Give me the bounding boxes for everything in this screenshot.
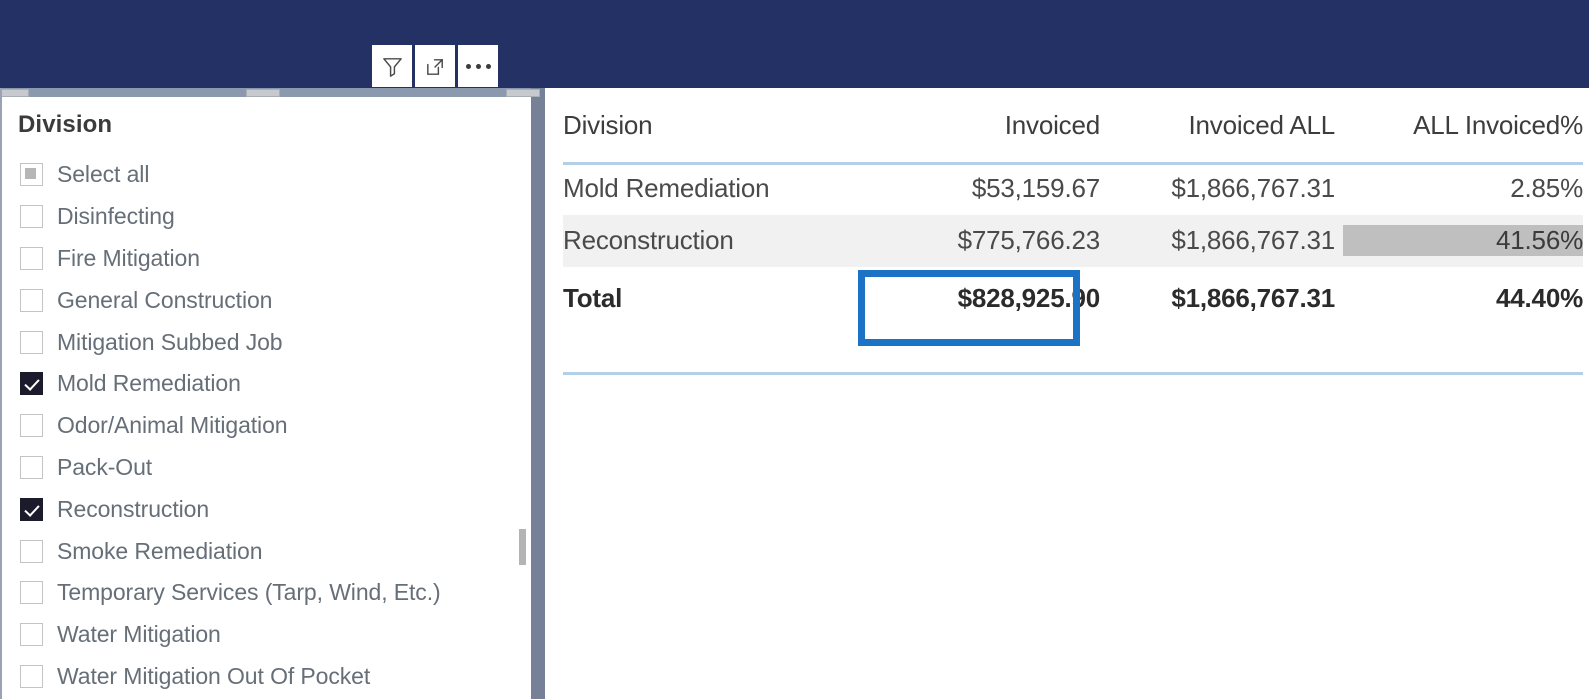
cell-invoiced[interactable]: $775,766.23 [883,225,1108,256]
slicer-item-reconstruction[interactable]: Reconstruction [1,488,531,530]
slicer-item-label: Pack-Out [57,453,153,480]
resize-handle-right[interactable] [506,89,540,97]
focus-mode-icon [424,55,447,78]
focus-mode-button[interactable] [415,45,455,87]
ellipsis-icon [465,63,491,69]
slicer-item-water-mitigation-out-of-pocket[interactable]: Water Mitigation Out Of Pocket [1,656,531,698]
visual-header-toolbar [372,45,498,87]
checkbox-icon[interactable] [20,414,43,438]
slicer-item-label: Mitigation Subbed Job [57,328,283,355]
table-total-row[interactable]: Total $828,925.90 $1,866,767.31 44.40% [563,267,1583,329]
resize-handle-top[interactable] [246,89,280,97]
slicer-item-disinfecting[interactable]: Disinfecting [1,196,531,238]
slicer-item-mold-remediation[interactable]: Mold Remediation [1,363,531,405]
panel-divider [531,88,545,699]
slicer-item-label: General Construction [57,286,273,313]
slicer-item-water-mitigation[interactable]: Water Mitigation [1,614,531,656]
slicer-item-label: Select all [57,161,150,188]
table-header-row: Division Invoiced Invoiced ALL ALL Invoi… [563,88,1583,162]
slicer-item-temporary-services-tarp-wind-etc[interactable]: Temporary Services (Tarp, Wind, Etc.) [1,572,531,614]
slicer-scrollbar-thumb[interactable] [519,529,526,565]
checkbox-icon[interactable] [20,664,43,688]
cell-total-invoiced[interactable]: $828,925.90 [883,283,1108,314]
slicer-item-pack-out[interactable]: Pack-Out [1,447,531,489]
column-header-invoiced[interactable]: Invoiced [883,110,1108,141]
slicer-item-list: Select all Disinfecting Fire Mitigation Gen… [1,154,531,697]
checkbox-icon[interactable] [20,497,43,521]
report-header-band [0,0,1589,88]
slicer-item-fire-mitigation[interactable]: Fire Mitigation [1,238,531,280]
resize-handle-left[interactable] [0,89,29,97]
division-slicer-visual[interactable]: Division Select all Disinfecting Fire Miti… [0,88,540,699]
table-row[interactable]: Mold Remediation $53,159.67 $1,866,767.3… [563,162,1583,215]
slicer-body: Division Select all Disinfecting Fire Miti… [1,97,531,699]
more-options-button[interactable] [458,45,498,87]
slicer-item-smoke-remediation[interactable]: Smoke Remediation [1,530,531,572]
canvas-left-edge [0,88,2,699]
table-row[interactable]: Reconstruction $775,766.23 $1,866,767.31… [563,214,1583,267]
checkbox-icon[interactable] [20,205,43,229]
slicer-item-general-construction[interactable]: General Construction [1,279,531,321]
invoiced-table-visual[interactable]: Division Invoiced Invoiced ALL ALL Invoi… [545,88,1589,699]
slicer-resize-bar[interactable] [0,88,540,97]
checkbox-icon[interactable] [20,455,43,479]
checkbox-icon[interactable] [20,581,43,605]
cell-invoiced-all[interactable]: $1,866,767.31 [1108,173,1343,204]
column-header-all-invoiced-pct[interactable]: ALL Invoiced% [1343,110,1583,141]
slicer-item-label: Water Mitigation Out Of Pocket [57,662,371,689]
column-header-division[interactable]: Division [563,110,883,141]
slicer-title: Division [18,111,113,138]
cell-total-invoiced-all[interactable]: $1,866,767.31 [1108,283,1343,314]
filter-button[interactable] [372,45,412,87]
cell-division[interactable]: Reconstruction [563,225,883,256]
total-rule [563,372,1583,375]
cell-all-invoiced-pct-selected[interactable]: 41.56% [1343,225,1583,257]
slicer-item-mitigation-subbed-job[interactable]: Mitigation Subbed Job [1,321,531,363]
slicer-item-label: Smoke Remediation [57,537,263,564]
slicer-item-select-all[interactable]: Select all [1,154,531,196]
checkbox-icon[interactable] [20,539,43,563]
checkbox-icon[interactable] [20,623,43,647]
slicer-scrollbar-track[interactable] [519,137,526,692]
slicer-item-label: Fire Mitigation [57,244,200,271]
cell-invoiced[interactable]: $53,159.67 [883,173,1108,204]
cell-all-invoiced-pct[interactable]: 2.85% [1343,173,1583,204]
slicer-item-label: Mold Remediation [57,370,241,397]
cell-invoiced-all[interactable]: $1,866,767.31 [1108,225,1343,256]
checkbox-icon[interactable] [20,246,43,270]
checkbox-icon[interactable] [20,330,43,354]
slicer-item-odor-animal-mitigation[interactable]: Odor/Animal Mitigation [1,405,531,447]
checkbox-icon[interactable] [20,372,43,396]
slicer-item-label: Temporary Services (Tarp, Wind, Etc.) [57,579,441,606]
slicer-item-label: Water Mitigation [57,621,221,648]
slicer-item-label: Reconstruction [57,495,210,522]
slicer-item-label: Odor/Animal Mitigation [57,412,288,439]
checkbox-icon[interactable] [20,163,43,187]
slicer-item-label: Disinfecting [57,203,175,230]
checkbox-icon[interactable] [20,288,43,312]
cell-total-label: Total [563,282,623,313]
column-header-invoiced-all[interactable]: Invoiced ALL [1108,110,1343,141]
cell-division[interactable]: Mold Remediation [563,173,883,204]
filter-icon [381,55,404,78]
table-grid: Division Invoiced Invoiced ALL ALL Invoi… [563,88,1583,329]
cell-total-all-invoiced-pct[interactable]: 44.40% [1343,283,1583,314]
